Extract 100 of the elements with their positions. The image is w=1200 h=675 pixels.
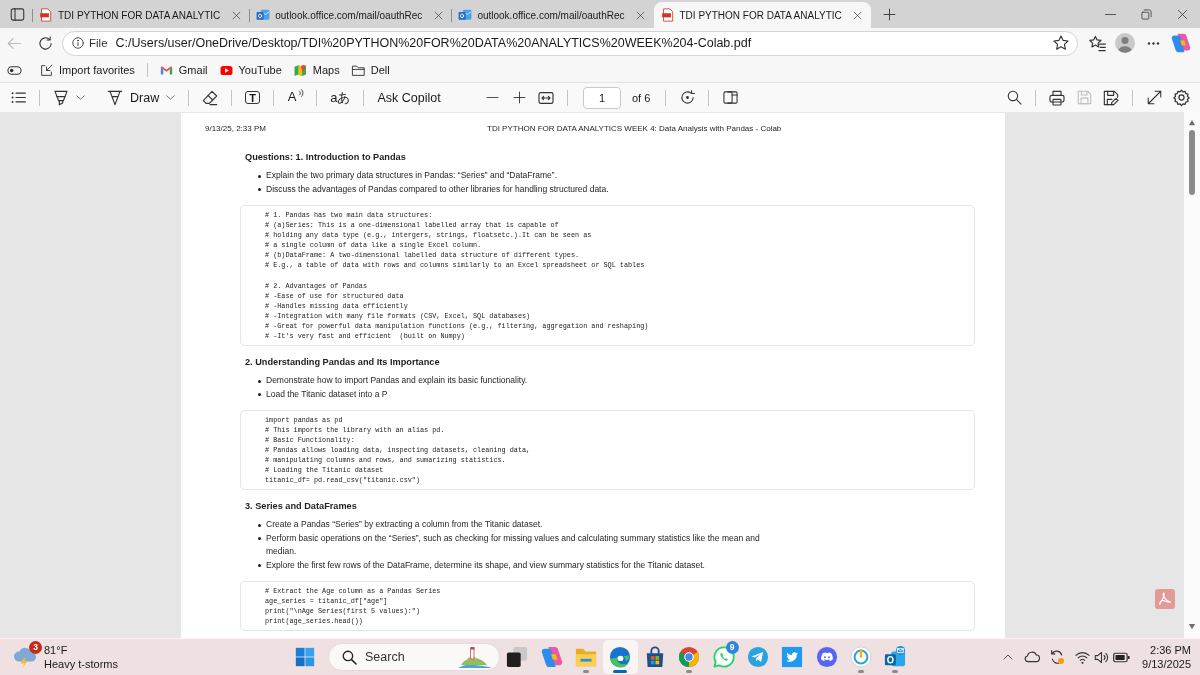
more-icon [1146,41,1160,45]
favorite-link[interactable]: Maps [287,60,346,80]
caret-down-icon [1188,623,1196,630]
section-heading: Questions: 1. Introduction to Pandas [245,151,407,163]
segmented-circle-icon [678,646,701,668]
avatar-icon [1115,33,1135,53]
search-icon [342,650,357,665]
favorite-link[interactable]: Gmail [153,60,214,80]
clock-button[interactable]: 2:36 PM 9/13/2025 [1134,642,1193,672]
add-favorite-button[interactable] [1051,33,1071,53]
paper-plane-icon [746,646,769,668]
draw-button[interactable]: Draw [103,85,180,110]
read-aloud-button[interactable]: A [283,85,308,110]
section-heading: 3. Series and DataFrames [245,500,358,512]
wifi-icon [1075,649,1091,665]
pen-icon [107,89,123,106]
bullet-icon [258,174,261,178]
plus-icon [883,7,897,21]
speaker-icon [1094,649,1110,665]
favorite-link[interactable]: Import favorites [34,60,141,80]
bullet-text: Explain the two primary data structures in Pandas: “Series” and “DataFrame”. [266,169,557,182]
document-icon [39,8,53,22]
floppy-pen-icon [1103,89,1119,106]
close-icon [636,10,645,20]
folder-icon [574,646,597,668]
close-icon [231,10,241,20]
star-icon [1053,35,1069,51]
minimize-icon [1104,13,1116,15]
taskbar-button[interactable]: 9 [706,640,741,674]
bullet-icon [258,188,261,191]
weather-widget[interactable]: 3 81°F Heavy t-storms [8,641,122,673]
island-lighthouse-icon [457,646,493,669]
close-icon [853,10,863,20]
back-arrow-icon [6,35,22,51]
caret-up-icon [1188,119,1196,126]
star-list-icon [1088,34,1106,52]
bullet-icon [258,379,261,383]
page-number-field[interactable]: 1 [583,86,621,109]
folder-icon [351,63,365,77]
four-squares-icon [295,647,315,667]
sound-waves-icon [297,88,303,97]
play-icon [219,63,233,77]
search-field[interactable]: Search [328,643,500,671]
storm-cloud-icon [12,646,38,668]
favorite-link[interactable]: YouTube [213,60,288,80]
info-icon [72,37,84,49]
translate-button[interactable]: aあ [326,85,355,110]
bullet-text: Load the Titanic dataset into a P [266,387,388,401]
caret-icon [76,95,85,100]
bullet-icon [258,523,261,527]
swirl-logo-icon [609,646,632,668]
power-ring-icon [850,646,873,668]
address-field[interactable]: File C:/Users/user/OneDrive/Desktop/TDI%20PYTHON%20FOR%20DATA%20ANALYTICS%20WEEK%204-Colab.pdf [62,30,1078,56]
browser-tab[interactable]: TDI PYTHON FOR DATA ANALYTIC [32,2,250,28]
phone-bubble-icon [712,646,735,668]
site-info-button[interactable]: File [72,37,108,49]
browser-tab[interactable]: outlook.office.com/mail/oauthRec [249,2,452,28]
browser-tab[interactable]: TDI PYTHON FOR DATA ANALYTIC [653,2,871,28]
chevron-up-icon [1003,654,1014,660]
bullet-icon [258,564,261,567]
eraser-icon [202,89,219,106]
print-title: TDI PYTHON FOR DATA ANALYTICS WEEK 4: Data Analysis with Pandas - Colab [487,123,782,133]
ask-copilot-button[interactable]: Ask Copilot [373,85,445,110]
bullet-text: Demonstrate how to import Pandas and explain its basic functionality. [266,374,528,387]
notification-badge: 3 [29,641,42,654]
game-controller-icon [815,646,838,668]
close-icon [1176,8,1188,20]
caret-icon [166,95,176,100]
minus-icon [485,97,499,98]
bullet-icon [258,393,261,396]
map-icon [293,63,307,77]
bird-icon [781,646,804,668]
document-swoosh-icon [1155,589,1175,609]
highlighter-icon [53,89,69,106]
search-icon [1006,90,1022,105]
favorite-link[interactable]: Dell [345,60,396,80]
envelope-app-icon [884,646,907,668]
cloud-icon [1024,649,1041,665]
scrollbar-thumb[interactable] [1189,130,1195,195]
bullet-text: Create a Pandas “Series” by extracting a column from the Titanic dataset. [266,518,543,531]
print-date: 9/13/25, 2:33 PM [205,123,267,133]
bullet-text: Perform basic operations on the “Series”, such as checking for missing values and calculating summary statistics like the mean and median. [266,531,761,558]
refresh-icon [37,35,53,51]
fit-width-icon [538,89,554,106]
ribbon-logo-icon [540,646,563,668]
two-pages-icon [722,90,738,105]
list-icon [10,90,26,105]
restore-icon [1140,8,1152,20]
tab-actions-icon [9,6,25,22]
envelope-icon [256,8,271,22]
text-box-button[interactable]: T [245,91,261,104]
scrollbar[interactable] [1184,112,1200,638]
browser-tab[interactable]: outlook.office.com/mail/oauthRec [451,2,654,28]
envelope-icon [458,8,473,22]
page-count: of 6 [632,91,651,104]
plus-icon [512,91,526,104]
rotate-icon [679,90,695,105]
close-icon [433,10,443,20]
settings-icon [1173,89,1190,106]
printer-icon [1049,89,1065,106]
